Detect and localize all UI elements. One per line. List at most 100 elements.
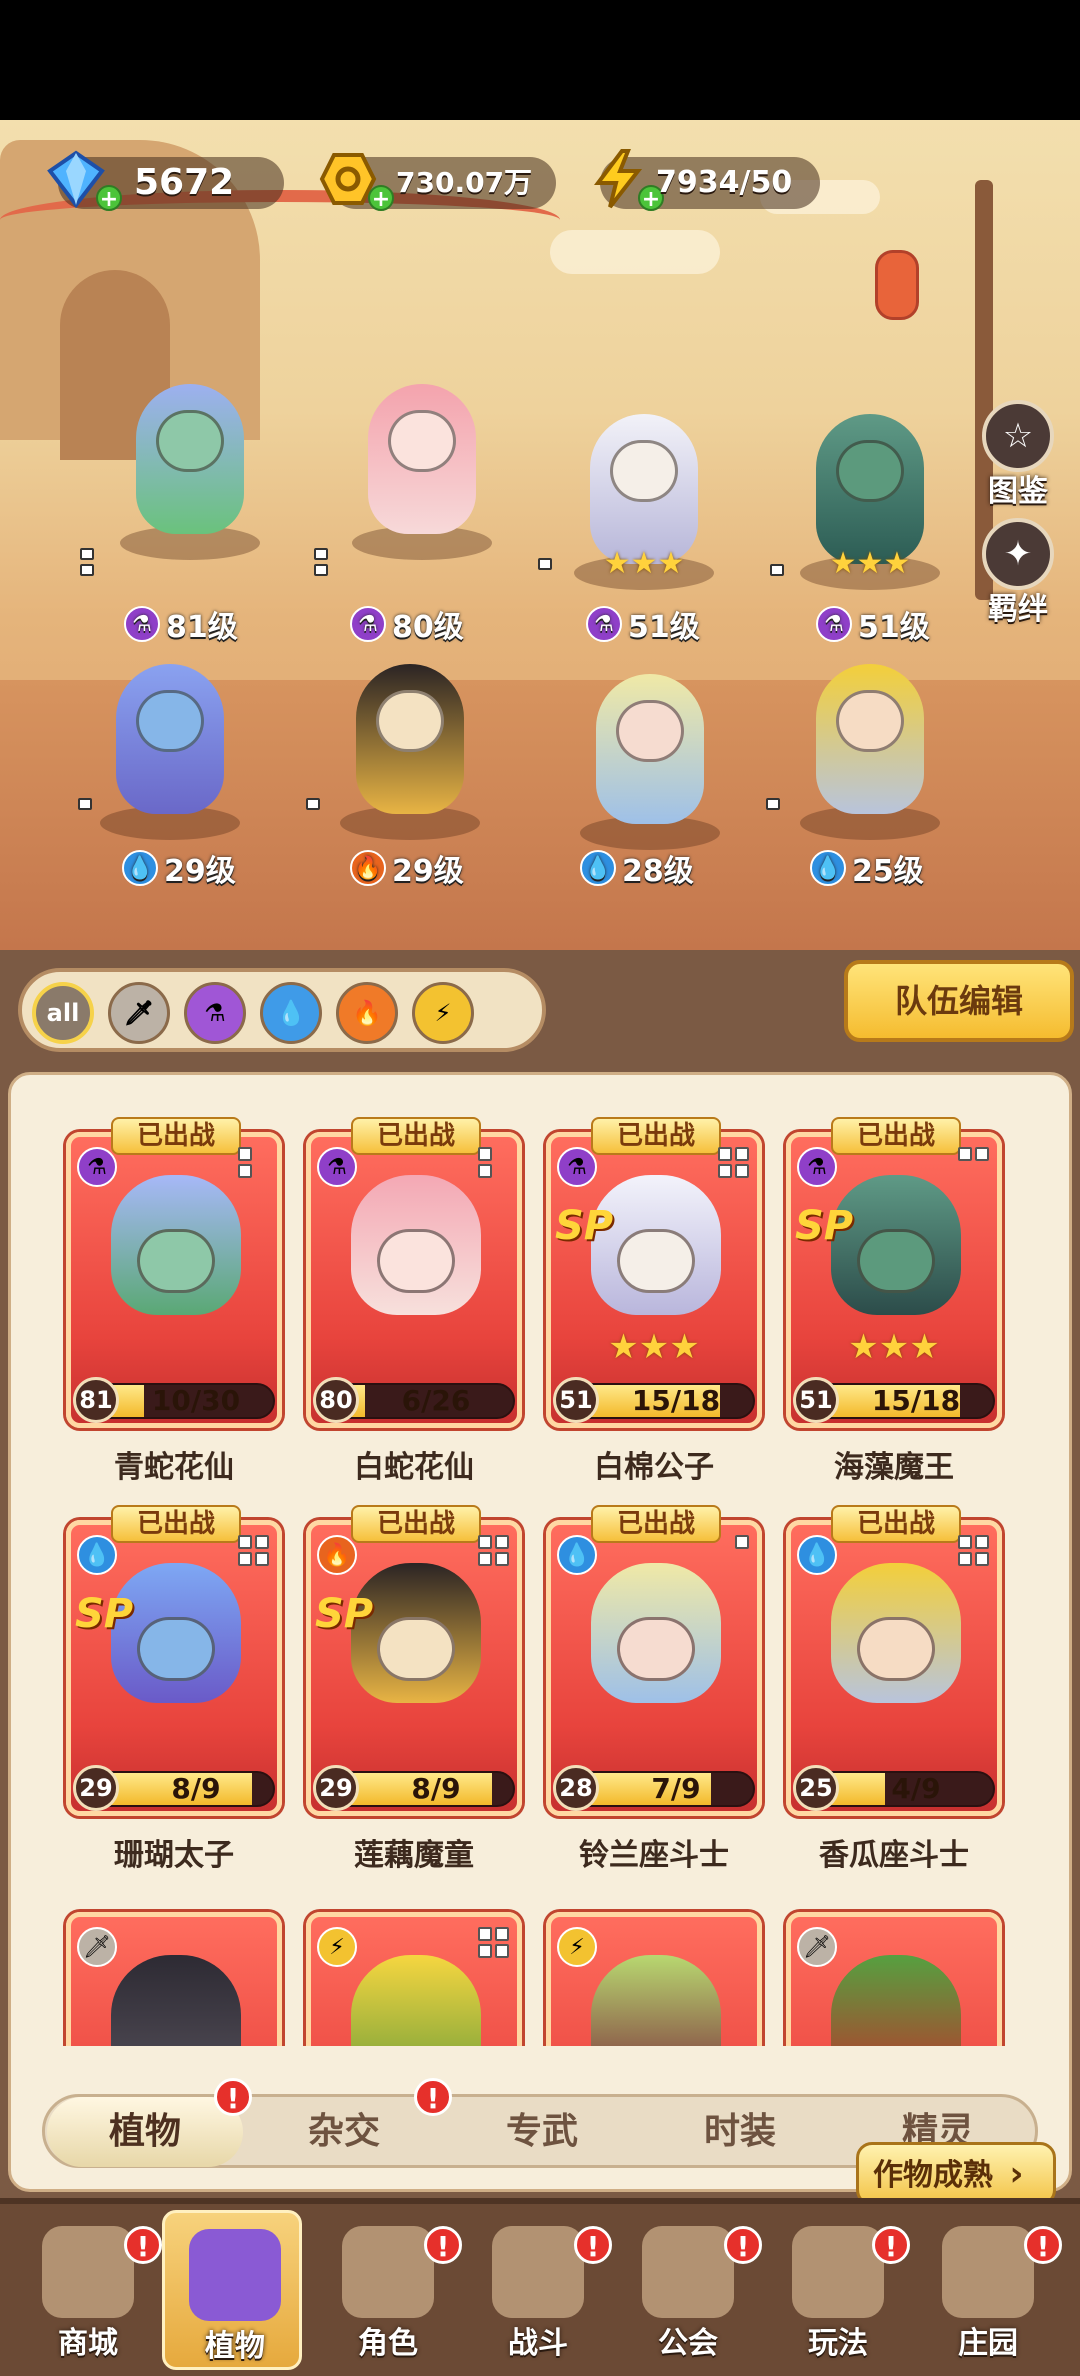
nav-alert-badge: !	[1024, 2226, 1062, 2264]
plants-icon	[189, 2229, 281, 2321]
atlas-label: 图鉴	[988, 474, 1048, 509]
add-gold-icon[interactable]: +	[368, 185, 394, 212]
energy-amount: 7934/50	[656, 165, 793, 200]
card-name: 海藻魔王	[834, 1450, 954, 1485]
crop-mature-button[interactable]: 作物成熟 ›	[856, 2142, 1056, 2206]
add-gems-icon[interactable]: +	[96, 185, 122, 212]
team-hero-8[interactable]	[780, 650, 960, 850]
team-hero-3[interactable]: ★★★	[554, 400, 734, 600]
team-hero-7[interactable]	[560, 660, 740, 860]
potion-icon: ⚗	[816, 606, 852, 642]
character-icon	[342, 2226, 434, 2318]
hero-level-tag: ⚗ 51级	[586, 604, 700, 645]
hero-stars: ★★★	[603, 546, 685, 581]
team-edit-button[interactable]: 队伍编辑	[844, 960, 1074, 1042]
potion-icon: ⚗	[350, 606, 386, 642]
filter-potion[interactable]: ⚗	[184, 982, 246, 1044]
plant-card[interactable]: 🗡	[66, 1912, 282, 2046]
sp-badge: SP	[315, 1591, 374, 1637]
potion-icon: ⚗	[77, 1147, 117, 1187]
tab-costume[interactable]: 时装	[641, 2097, 839, 2167]
sword-icon: 🗡	[797, 1927, 837, 1967]
sword-icon: 🗡	[77, 1927, 117, 1967]
slot-indicator	[478, 1535, 509, 1566]
nav-alert-badge: !	[574, 2226, 612, 2264]
team-hero-5[interactable]	[80, 650, 260, 850]
gold-amount: 730.07万	[396, 166, 533, 199]
card-name: 铃兰座斗士	[579, 1838, 729, 1873]
card-progress: 15/18	[871, 1384, 961, 1417]
water-drop-icon: 💧	[276, 999, 306, 1027]
sp-badge: SP	[75, 1591, 134, 1637]
gem-counter[interactable]: + 5672	[47, 150, 284, 212]
nav-alert-badge: !	[872, 2226, 910, 2264]
slot-indicator	[770, 564, 790, 576]
plant-card[interactable]: 已出战 ⚗ SP ★★★ 51 15/18	[786, 1117, 1002, 1428]
card-stars: ★★★	[608, 1327, 700, 1367]
card-name: 青蛇花仙	[114, 1450, 234, 1485]
tab-exclusive-weapon[interactable]: 专武	[443, 2097, 641, 2167]
sp-badge: SP	[795, 1203, 854, 1249]
card-level: 29	[313, 1765, 359, 1811]
sp-badge: SP	[555, 1203, 614, 1249]
potion-icon: ⚗	[204, 999, 226, 1027]
slot-indicator	[478, 1927, 509, 1958]
atlas-button[interactable]: ☆ 图鉴	[968, 400, 1068, 510]
team-hero-2[interactable]	[332, 370, 512, 570]
game-screen: { "currencies": { "gems": "5672", "gold"…	[0, 0, 1080, 2376]
plant-card[interactable]: 已出战 🔥 SP 29 8/9	[306, 1505, 522, 1816]
tab-plants[interactable]: 植物	[47, 2097, 243, 2167]
potion-icon: ⚗	[124, 606, 160, 642]
plant-card[interactable]: 已出战 💧 SP 29 8/9	[66, 1505, 282, 1816]
plant-card[interactable]: 已出战 💧 28 7/9	[546, 1505, 762, 1816]
element-filter-bar: all 🗡 ⚗ 💧 🔥 ⚡	[18, 968, 546, 1052]
filter-fire[interactable]: 🔥	[336, 982, 398, 1044]
plant-card[interactable]: 已出战 ⚗ 80 6/26	[306, 1117, 522, 1428]
plant-card[interactable]: 已出战 ⚗ SP ★★★ 51 15/18	[546, 1117, 762, 1428]
slot-indicator	[238, 1535, 269, 1566]
plant-card[interactable]: ⚡	[306, 1912, 522, 2046]
card-name: 白棉公子	[594, 1450, 714, 1485]
potion-icon: ⚗	[797, 1147, 837, 1187]
hero-level-tag: ⚗ 81级	[124, 604, 238, 645]
gold-counter[interactable]: + 730.07万	[319, 153, 556, 212]
fire-icon: 🔥	[317, 1535, 357, 1575]
deployed-badge: 已出战	[591, 1505, 721, 1543]
plant-card[interactable]: 🗡	[786, 1912, 1002, 2046]
card-progress: 6/26	[401, 1384, 471, 1417]
team-hero-1[interactable]	[100, 370, 280, 570]
card-name: 珊瑚太子	[114, 1838, 234, 1873]
nav-alert-badge: !	[424, 2226, 462, 2264]
chevron-right-icon: ›	[1009, 2154, 1024, 2194]
energy-counter[interactable]: + 7934/50	[594, 149, 820, 212]
slot-indicator	[718, 1535, 749, 1549]
hero-level-tag: 💧 28级	[580, 848, 694, 889]
hero-level-tag: 💧 29级	[122, 848, 236, 889]
plant-card[interactable]: 已出战 💧 25 4/9	[786, 1505, 1002, 1816]
nav-alert-badge: !	[724, 2226, 762, 2264]
hero-stars: ★★★	[829, 546, 911, 581]
team-hero-4[interactable]: ★★★	[780, 400, 960, 600]
card-name: 莲藕魔童	[354, 1838, 474, 1873]
lightning-icon: ⚡	[317, 1927, 357, 1967]
plant-card[interactable]: 已出战 ⚗ 81 10/30	[66, 1117, 282, 1428]
water-drop-icon: 💧	[77, 1535, 117, 1575]
filter-lightning[interactable]: ⚡	[412, 982, 474, 1044]
water-drop-icon: 💧	[580, 850, 616, 886]
plant-card[interactable]: ⚡	[546, 1912, 762, 2046]
water-drop-icon: 💧	[797, 1535, 837, 1575]
hero-level-tag: 💧 25级	[810, 848, 924, 889]
card-progress: 8/9	[171, 1772, 221, 1805]
tab-hybrid[interactable]: 杂交	[245, 2097, 443, 2167]
card-progress: 4/9	[891, 1772, 941, 1805]
bond-button[interactable]: ✦ 羁绊	[968, 518, 1068, 628]
card-level: 51	[793, 1377, 839, 1423]
filter-water[interactable]: 💧	[260, 982, 322, 1044]
hero-level-tag: ⚗ 80级	[350, 604, 464, 645]
nav-plants[interactable]: 植物	[162, 2210, 302, 2370]
sword-icon: 🗡	[123, 999, 155, 1027]
team-hero-6[interactable]	[320, 650, 500, 850]
filter-all[interactable]: all	[32, 982, 94, 1044]
filter-sword[interactable]: 🗡	[108, 982, 170, 1044]
card-level: 25	[793, 1765, 839, 1811]
